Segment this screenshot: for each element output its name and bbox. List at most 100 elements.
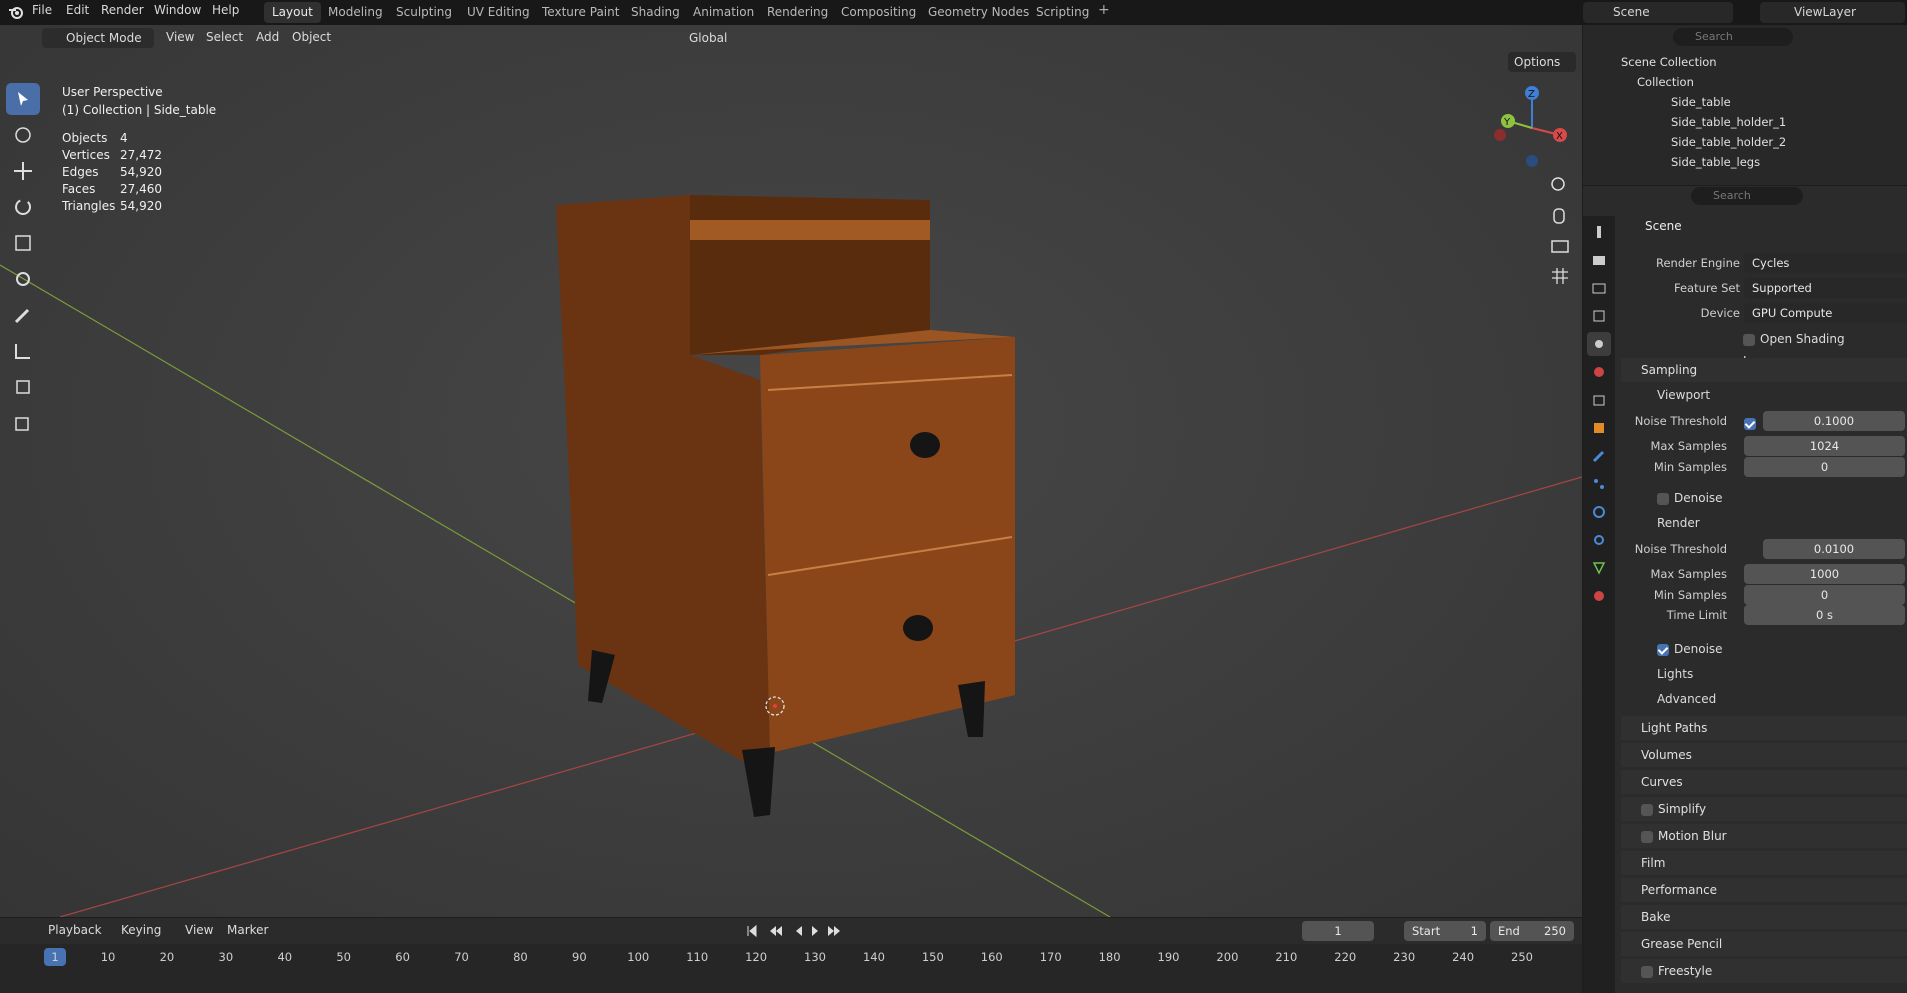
scene-tab[interactable] <box>1587 332 1611 356</box>
render-noise-field[interactable]: 0.0100 <box>1763 539 1905 559</box>
outliner-collection[interactable]: Collection <box>1583 72 1907 92</box>
lights-subpanel-header[interactable]: Lights <box>1645 663 1693 685</box>
cursor-tool[interactable] <box>6 119 40 151</box>
output-tab[interactable] <box>1587 276 1611 300</box>
feature-set-dropdown[interactable]: Supported <box>1744 278 1907 298</box>
render-subpanel-header[interactable]: Render <box>1645 512 1700 534</box>
constraints-tab[interactable] <box>1587 528 1611 552</box>
camera-icon[interactable] <box>1547 233 1573 259</box>
viewport-noise-field[interactable]: 0.1000 <box>1763 411 1905 431</box>
film-panel[interactable]: Film <box>1621 851 1907 875</box>
scene-selector[interactable]: Scene <box>1583 2 1733 23</box>
extrude-tool[interactable] <box>6 407 40 439</box>
outliner-object-row[interactable]: Side_table_legs <box>1583 152 1907 172</box>
start-frame-field[interactable]: Start 1 <box>1404 921 1486 941</box>
world-tab[interactable] <box>1587 360 1611 384</box>
curves-panel[interactable]: Curves <box>1621 770 1907 794</box>
outliner-scene-collection[interactable]: Scene Collection <box>1583 52 1907 72</box>
tab-animation[interactable]: Animation <box>685 2 762 23</box>
tool-tab[interactable] <box>1587 220 1611 244</box>
tab-compositing[interactable]: Compositing <box>833 2 924 23</box>
tab-sculpting[interactable]: Sculpting <box>388 2 460 23</box>
blender-logo-icon[interactable] <box>8 4 24 20</box>
bake-panel[interactable]: Bake <box>1621 905 1907 929</box>
rotate-tool[interactable] <box>6 191 40 223</box>
menu-timeline-view[interactable]: View <box>185 923 213 937</box>
scale-tool[interactable] <box>6 227 40 259</box>
advanced-subpanel-header[interactable]: Advanced <box>1645 688 1716 710</box>
simplify-panel[interactable]: Simplify <box>1621 797 1907 821</box>
tab-modeling[interactable]: Modeling <box>320 2 391 23</box>
light-paths-panel[interactable]: Light Paths <box>1621 716 1907 740</box>
render-tab[interactable] <box>1587 248 1611 272</box>
outliner-object-row[interactable]: Side_table_holder_2 <box>1583 132 1907 152</box>
viewport-subpanel-header[interactable]: Viewport <box>1645 384 1710 406</box>
menu-add[interactable]: Add <box>256 30 279 44</box>
viewport-max-samples-field[interactable]: 1024 <box>1744 436 1905 456</box>
viewport-min-samples-field[interactable]: 0 <box>1744 457 1905 477</box>
menu-view[interactable]: View <box>166 30 194 44</box>
time-limit-field[interactable]: 0 s <box>1744 605 1905 625</box>
render-min-samples-field[interactable]: 0 <box>1744 585 1905 605</box>
current-frame-field[interactable]: 1 <box>1302 921 1374 941</box>
tab-layout[interactable]: Layout <box>264 2 321 23</box>
grid-icon[interactable] <box>1547 263 1573 289</box>
view-layer-selector[interactable]: ViewLayer <box>1760 2 1905 23</box>
render-engine-dropdown[interactable]: Cycles <box>1744 253 1907 273</box>
outliner-object-row[interactable]: Side_table <box>1583 92 1907 112</box>
tab-scripting[interactable]: Scripting <box>1028 2 1097 23</box>
material-tab[interactable] <box>1587 584 1611 608</box>
3d-viewport[interactable]: Object Mode View Select Add Object Globa… <box>0 25 1582 917</box>
mode-dropdown[interactable]: Object Mode <box>42 28 154 48</box>
navigation-gizmo[interactable]: Z X Y <box>1490 83 1580 173</box>
object-tab[interactable] <box>1587 416 1611 440</box>
collection-tab[interactable] <box>1587 388 1611 412</box>
options-dropdown[interactable]: Options <box>1508 52 1576 72</box>
data-tab[interactable] <box>1587 556 1611 580</box>
add-workspace-button[interactable]: + <box>1098 2 1110 18</box>
outliner-object-row[interactable]: Side_table_holder_1 <box>1583 112 1907 132</box>
tab-shading[interactable]: Shading <box>623 2 688 23</box>
device-dropdown[interactable]: GPU Compute <box>1744 303 1907 323</box>
tab-texture-paint[interactable]: Texture Paint <box>534 2 627 23</box>
zoom-icon[interactable] <box>1547 173 1573 199</box>
view-layer-tab[interactable] <box>1587 304 1611 328</box>
orientation-dropdown[interactable]: Global <box>665 28 739 48</box>
menu-file[interactable]: File <box>32 3 52 17</box>
viewport-denoise-toggle[interactable]: Denoise <box>1645 487 1723 509</box>
hand-icon[interactable] <box>1547 203 1573 229</box>
menu-render[interactable]: Render <box>101 3 144 17</box>
measure-tool[interactable] <box>6 335 40 367</box>
grease-pencil-panel[interactable]: Grease Pencil <box>1621 932 1907 956</box>
motion-blur-panel[interactable]: Motion Blur <box>1621 824 1907 848</box>
transform-tool[interactable] <box>6 263 40 295</box>
menu-marker[interactable]: Marker <box>227 923 268 937</box>
volumes-panel[interactable]: Volumes <box>1621 743 1907 767</box>
end-frame-field[interactable]: End 250 <box>1490 921 1574 941</box>
timeline-area[interactable]: 1 10 20 30 40 50 60 70 80 90 100 110 120 130 140 150 160… <box>0 944 1582 993</box>
viewport-noise-checkbox[interactable] <box>1744 417 1756 430</box>
tab-geometry-nodes[interactable]: Geometry Nodes <box>920 2 1037 23</box>
outliner-search-input[interactable]: Search <box>1673 28 1793 46</box>
menu-window[interactable]: Window <box>154 3 201 17</box>
playback-controls[interactable] <box>744 923 854 939</box>
freestyle-panel[interactable]: Freestyle <box>1621 959 1907 983</box>
particles-tab[interactable] <box>1587 472 1611 496</box>
menu-keying[interactable]: Keying <box>121 923 161 937</box>
annotate-tool[interactable] <box>6 299 40 331</box>
add-cube-tool[interactable] <box>6 371 40 403</box>
osl-checkbox[interactable]: Open Shading Language <box>1743 328 1907 368</box>
tab-uv-editing[interactable]: UV Editing <box>459 2 538 23</box>
tab-rendering[interactable]: Rendering <box>759 2 836 23</box>
properties-search-input[interactable]: Search <box>1691 187 1803 205</box>
physics-tab[interactable] <box>1587 500 1611 524</box>
menu-playback[interactable]: Playback <box>48 923 102 937</box>
move-tool[interactable] <box>6 155 40 187</box>
modifier-tab[interactable] <box>1587 444 1611 468</box>
performance-panel[interactable]: Performance <box>1621 878 1907 902</box>
menu-edit[interactable]: Edit <box>66 3 89 17</box>
render-max-samples-field[interactable]: 1000 <box>1744 564 1905 584</box>
menu-object[interactable]: Object <box>292 30 331 44</box>
menu-help[interactable]: Help <box>212 3 239 17</box>
select-box-tool[interactable] <box>6 83 40 115</box>
